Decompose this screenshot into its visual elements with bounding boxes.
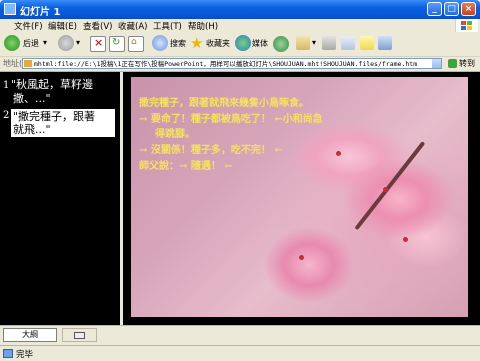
maximize-button[interactable]: □ [444,2,459,16]
slide-text-line: 撒完種子，跟著就飛來幾隻小鳥啄食。 [139,98,309,109]
forward-arrow-icon [58,35,74,51]
status-text: 完毕 [16,350,34,360]
page-done-icon [3,349,13,358]
slide-pane: 撒完種子，跟著就飛來幾隻小鳥啄食。 → 要命了！種子都被鳥吃了！ ←小和尚急 得… [123,72,480,325]
menu-tools[interactable]: 工具(T) [153,20,182,32]
menu-bar: 文件(F) 编辑(E) 查看(V) 收藏(A) 工具(T) 帮助(H) [0,19,480,33]
go-button[interactable]: 转到 [459,58,475,69]
slide-text-line: → 要命了！種子都被鳥吃了！ ←小和尚急 [139,114,323,125]
address-dropdown-button[interactable] [432,59,441,68]
chevron-down-icon: ▾ [43,38,48,47]
menu-file[interactable]: 文件(F) [14,20,43,32]
outline-item-text: "撒完種子，跟著 [13,110,96,123]
history-icon[interactable] [273,36,289,52]
media-icon [235,35,251,51]
menu-favorites[interactable]: 收藏(A) [118,20,147,32]
view-tabs: 大綱 [0,325,480,346]
tab-outline[interactable]: 大綱 [3,328,57,342]
chevron-down-icon[interactable]: ▾ [312,38,316,47]
address-input[interactable]: mhtml:file://E:\1投稿\1正在写作\投稿PowerPoint，用… [22,58,442,69]
flower-center [336,151,341,156]
outline-item-text-cont: 就飛..." [13,123,51,136]
favorites-label: 收藏夹 [206,39,230,48]
slide-text-line: 師父說：→ 隨遇！ ← [139,161,233,172]
flower-center [383,187,388,192]
slide: 撒完種子，跟著就飛來幾隻小鳥啄食。 → 要命了！種子都被鳥吃了！ ←小和尚急 得… [131,77,468,317]
outline-item-text-cont: 撒、..." [13,92,51,105]
status-bar: 完毕 [0,345,480,361]
outline-item-text: "秋風起，草籽邊 [11,78,94,91]
slide-text-line: → 沒關係！種子多，吃不完！ ← [139,145,283,156]
window-title: 幻灯片 1 [20,7,61,18]
outline-item-selected: "撒完種子，跟著 就飛..." [11,109,115,137]
search-label: 搜索 [170,39,186,48]
flower-bud [403,237,408,242]
print-icon[interactable] [322,36,336,50]
chevron-down-icon: ▾ [76,38,81,47]
discuss-icon[interactable] [360,36,374,50]
menu-help[interactable]: 帮助(H) [188,20,218,32]
menu-edit[interactable]: 编辑(E) [48,20,77,32]
refresh-icon[interactable]: ↻ [109,36,125,52]
back-arrow-icon [4,35,20,51]
tab-slide-view[interactable] [62,328,97,342]
flower-center [299,255,304,260]
mail-icon[interactable] [296,36,310,50]
media-label: 媒体 [252,39,268,48]
address-bar: 地址(D) mhtml:file://E:\1投稿\1正在写作\投稿PowerP… [0,57,480,72]
page-icon [24,60,32,67]
toolbar: 后退 ▾ ▾ × ↻ ⌂ 搜索 ★ 收藏夹 媒体 ▾ [0,32,480,57]
search-icon [152,35,168,51]
forward-button[interactable]: ▾ [58,35,82,52]
title-bar: 幻灯片 1 _ □ × [0,0,480,19]
address-url: mhtml:file://E:\1投稿\1正在写作\投稿PowerPoint，用… [34,60,418,68]
favorites-button[interactable]: ★ 收藏夹 [190,34,230,52]
branch-shape [354,141,426,231]
outline-item-number: 1 [3,80,10,91]
outline-item-number: 2 [3,110,10,121]
outline-item-1[interactable]: 1 "秋風起，草籽邊 撒、..." [3,78,93,105]
go-arrow-icon[interactable] [448,59,457,68]
messenger-icon[interactable] [378,36,392,50]
minimize-button[interactable]: _ [427,2,442,16]
outline-item-2[interactable]: 2 "撒完種子，跟著 就飛..." [3,109,115,137]
close-button[interactable]: × [461,2,476,16]
outline-pane: 1 "秋風起，草籽邊 撒、..." 2 "撒完種子，跟著 就飛..." [0,72,120,325]
slide-text-line: 得跳腳。 [155,129,195,140]
edit-icon[interactable] [341,36,355,50]
menu-view[interactable]: 查看(V) [83,20,112,32]
home-icon[interactable]: ⌂ [128,36,144,52]
media-button[interactable]: 媒体 [235,35,268,52]
back-button[interactable]: 后退 ▾ [4,35,52,52]
windows-logo-icon [455,19,478,32]
search-button[interactable]: 搜索 [152,35,186,52]
slide-icon [74,332,85,339]
star-icon: ★ [190,34,204,52]
app-icon [4,3,16,15]
stop-icon[interactable]: × [90,36,106,52]
back-label: 后退 [23,39,39,48]
